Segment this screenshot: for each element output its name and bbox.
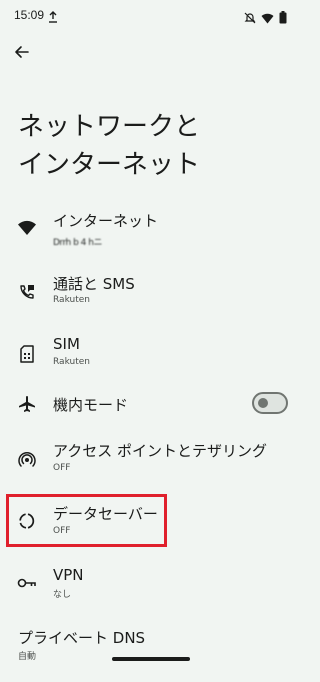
setting-title: SIM (53, 335, 80, 353)
setting-title: プライベート DNS (18, 629, 146, 647)
status-time: 15:09 (14, 8, 45, 22)
sim-card-icon (16, 343, 38, 365)
setting-subtitle: Drrh b 4 hニ (53, 238, 102, 248)
setting-subtitle: 自動 (18, 652, 37, 662)
airplane-mode-toggle[interactable] (252, 392, 288, 414)
hotspot-icon (16, 448, 38, 470)
setting-sim[interactable]: SIM Rakuten (0, 330, 301, 388)
upload-arrow-icon (48, 8, 58, 23)
setting-internet[interactable]: インターネット Drrh b 4 hニ (0, 205, 301, 263)
setting-title: 機内モード (53, 396, 129, 414)
setting-subtitle: Rakuten (53, 357, 90, 367)
setting-hotspot-tethering[interactable]: アクセス ポイントとテザリング OFF (0, 436, 301, 494)
highlight-box (6, 494, 167, 547)
setting-subtitle: Rakuten (53, 295, 90, 305)
toggle-knob (258, 398, 268, 408)
setting-private-dns[interactable]: プライベート DNS 自動 (0, 624, 301, 682)
wifi-icon (16, 217, 38, 239)
setting-title: 通話と SMS (53, 275, 135, 293)
setting-title: VPN (53, 566, 84, 584)
call-sms-icon (16, 281, 38, 303)
airplane-icon (16, 393, 38, 415)
setting-vpn[interactable]: VPN なし (0, 562, 301, 620)
dnd-off-icon (244, 9, 256, 28)
status-bar: 15:09 (0, 0, 301, 30)
battery-icon (279, 9, 287, 28)
vpn-key-icon (16, 572, 38, 594)
back-button[interactable] (8, 40, 36, 68)
gesture-nav-handle[interactable] (112, 657, 190, 661)
wifi-icon (261, 9, 274, 28)
setting-subtitle: OFF (53, 463, 71, 473)
page-title: ネットワークと インターネット (18, 112, 201, 180)
arrow-back-icon (14, 44, 30, 64)
setting-title: アクセス ポイントとテザリング (53, 442, 268, 460)
status-icons (244, 9, 287, 28)
setting-calls-sms[interactable]: 通話と SMS Rakuten (0, 268, 301, 326)
setting-subtitle: なし (53, 590, 72, 600)
setting-title: インターネット (53, 212, 159, 230)
